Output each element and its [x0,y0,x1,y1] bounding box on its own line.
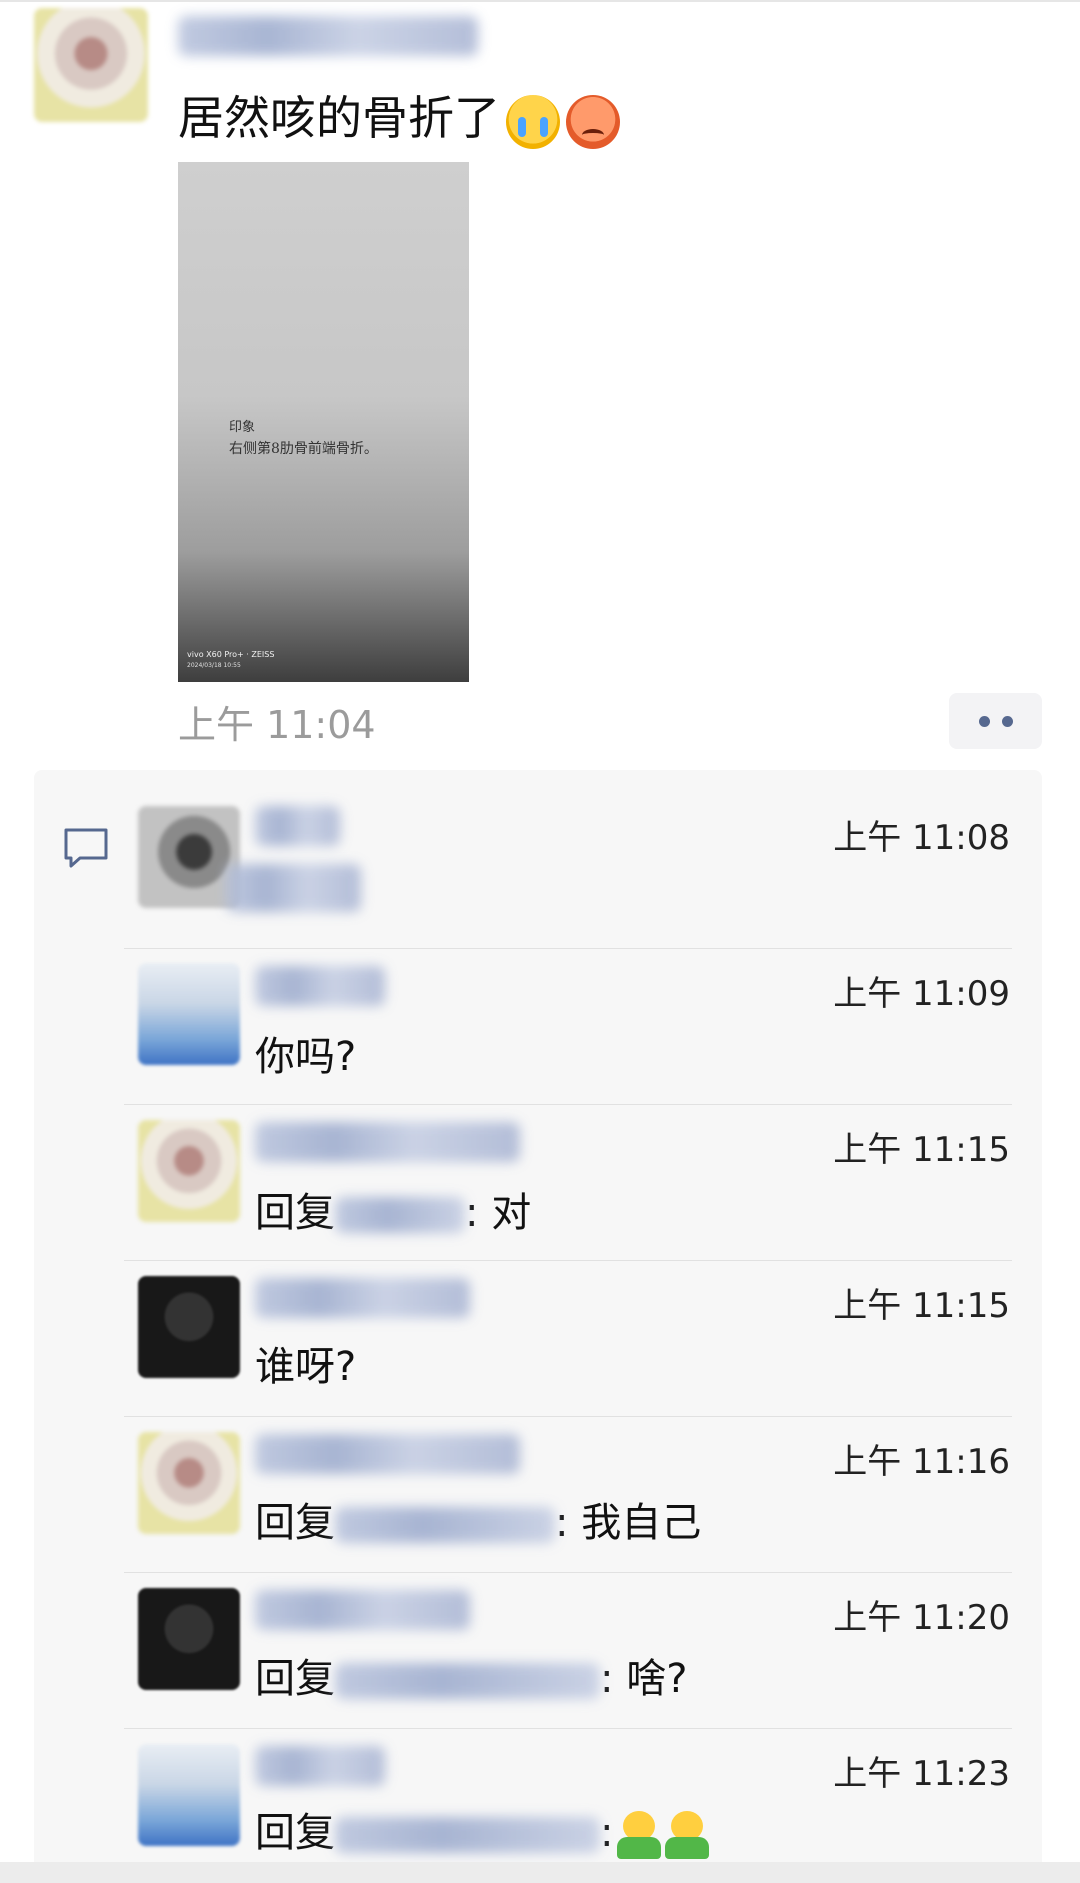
comment-body: : 对 [465,1190,532,1236]
comment-timestamp: 上午 11:16 [833,1442,1010,1482]
comment-timestamp: 上午 11:23 [833,1754,1010,1794]
comment-timestamp: 上午 11:20 [833,1598,1010,1638]
comment-divider [124,1728,1012,1729]
reply-prefix: 回复 [255,1500,335,1546]
comment-timestamp: 上午 11:08 [833,818,1010,858]
comment-author-name[interactable] [255,1434,520,1474]
comment-avatar[interactable] [138,1588,240,1690]
comment-text: 回复 : 对 [255,1180,531,1238]
comment-avatar[interactable] [138,806,240,908]
photo-text-line: 印象 [229,420,256,435]
comment-body: : 我自己 [555,1500,702,1546]
comment-author-name[interactable] [255,966,385,1006]
comment-avatar[interactable] [138,1432,240,1534]
comment-divider [124,948,1012,949]
comment-avatar[interactable] [138,1276,240,1378]
photo-text-line: 右侧第8肋骨前端骨折。 [229,441,378,457]
comment-author-name[interactable] [255,1590,470,1630]
green-person-emoji-icon [665,1811,710,1859]
comment-bubble-icon [64,828,108,868]
comment-author-name[interactable] [255,1746,385,1786]
comment-text: 回复 : 我自己 [255,1490,701,1548]
reply-prefix: 回复 [255,1190,335,1236]
comment-avatar[interactable] [138,1744,240,1846]
comment-author-name[interactable] [255,806,340,846]
comment-author-name[interactable] [255,1278,470,1318]
reply-target-name[interactable] [335,1507,555,1543]
post-timestamp: 上午 11:04 [178,703,376,747]
comment-text: 你吗? [255,1034,357,1080]
comment-divider [124,1260,1012,1261]
reply-target-name[interactable] [335,1817,600,1853]
comment-timestamp: 上午 11:09 [833,974,1010,1014]
reply-prefix: 回复 [255,1810,335,1856]
comment-timestamp: 上午 11:15 [833,1130,1010,1170]
comment-text: 回复: [255,1800,710,1859]
more-dots-icon[interactable] [949,693,1042,749]
post-photo[interactable]: 印象 右侧第8肋骨前端骨折。 vivo X60 Pro+ · ZEISS 202… [178,162,469,682]
post-text: 居然咳的骨折了 [178,91,500,145]
comment-body: : [600,1810,614,1856]
bottom-input-bar[interactable] [0,1862,1080,1883]
comment-body: : 啥? [600,1656,688,1702]
comment-divider [124,1572,1012,1573]
comment-divider [124,1104,1012,1105]
post-content: 居然咳的骨折了 [178,82,620,149]
reply-target-name[interactable] [335,1197,465,1233]
comment-avatar[interactable] [138,1120,240,1222]
photo-watermark: vivo X60 Pro+ · ZEISS [187,650,275,659]
comment-text: 回复 : 啥? [255,1646,687,1704]
comment-avatar[interactable] [138,963,240,1065]
post-author-avatar[interactable] [34,8,148,122]
angry-face-emoji-icon [566,94,620,149]
green-person-emoji-icon [617,1811,662,1859]
comment-blurred-content [226,864,361,912]
comment-author-name[interactable] [255,1122,520,1162]
post-author-name[interactable] [178,16,478,56]
photo-watermark-date: 2024/03/18 10:55 [187,662,241,669]
reply-target-name[interactable] [335,1663,600,1699]
top-divider [0,0,1080,2]
comment-text: 谁呀? [255,1344,357,1390]
crying-face-emoji-icon [506,94,560,149]
comment-timestamp: 上午 11:15 [833,1286,1010,1326]
reply-prefix: 回复 [255,1656,335,1702]
comment-divider [124,1416,1012,1417]
